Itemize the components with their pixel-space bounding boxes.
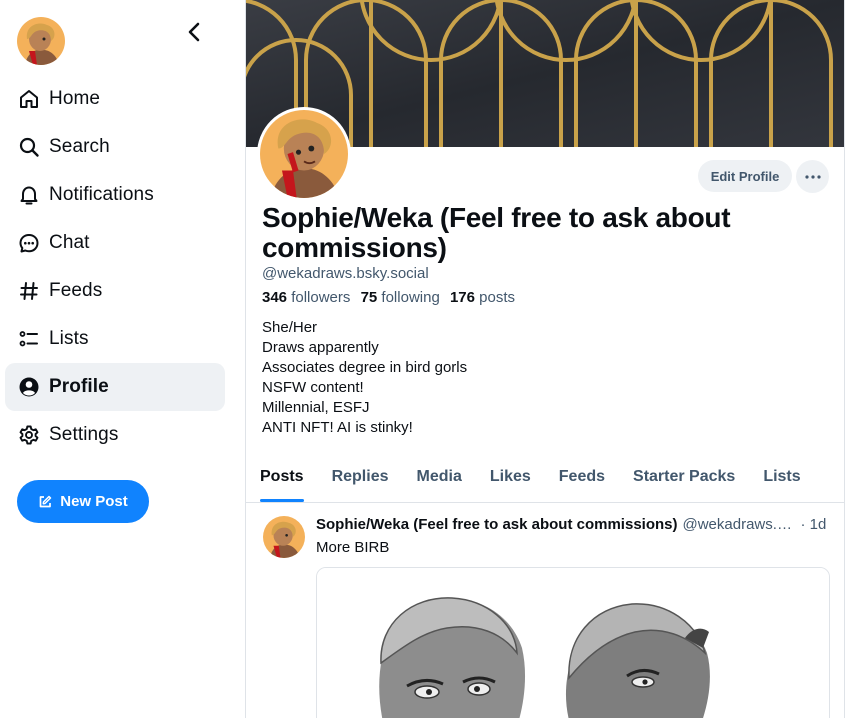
- post-timestamp[interactable]: · 1d: [801, 516, 827, 533]
- nav-label: Settings: [49, 424, 119, 445]
- nav-item-notifications[interactable]: Notifications: [5, 171, 225, 219]
- tab-lists[interactable]: Lists: [763, 458, 800, 502]
- nav-label: Feeds: [49, 280, 103, 301]
- nav-label: Search: [49, 136, 110, 157]
- nav-label: Notifications: [49, 184, 154, 205]
- nav-label: Chat: [49, 232, 90, 253]
- profile-main: Edit Profile Sophie/Weka (Feel free to a…: [245, 0, 845, 718]
- nav-item-profile[interactable]: Profile: [5, 363, 225, 411]
- nav-item-lists[interactable]: Lists: [5, 315, 225, 363]
- main-nav: Home Search Notifications Chat Feeds Lis…: [5, 75, 225, 459]
- gear-icon: [18, 424, 40, 446]
- posts-label: posts: [479, 289, 516, 306]
- search-icon: [18, 136, 40, 158]
- tab-likes[interactable]: Likes: [490, 458, 531, 502]
- post-author-avatar[interactable]: [263, 516, 305, 558]
- profile-bio: She/Her Draws apparently Associates degr…: [262, 318, 467, 438]
- bio-line: Draws apparently: [262, 339, 379, 356]
- post-image[interactable]: [316, 567, 830, 718]
- ellipsis-icon: [804, 174, 821, 179]
- collapse-sidebar-button[interactable]: [180, 18, 208, 46]
- hash-icon: [18, 280, 40, 302]
- posts-count: 176: [449, 289, 475, 306]
- following-label: following: [381, 289, 440, 306]
- tab-starter-packs[interactable]: Starter Packs: [633, 458, 735, 502]
- nav-item-chat[interactable]: Chat: [5, 219, 225, 267]
- user-avatar[interactable]: [17, 17, 65, 65]
- nav-item-settings[interactable]: Settings: [5, 411, 225, 459]
- home-icon: [18, 88, 40, 110]
- nav-label: Profile: [49, 376, 109, 397]
- profile-avatar[interactable]: [257, 107, 351, 201]
- profile-handle: @wekadraws.bsky.social: [262, 265, 429, 282]
- profile-icon: [18, 376, 40, 398]
- nav-label: Home: [49, 88, 101, 109]
- following-count: 75: [360, 289, 378, 306]
- chat-icon: [18, 232, 40, 254]
- profile-stats: 346 followers 75 following 176 posts: [262, 289, 521, 306]
- left-sidebar: Home Search Notifications Chat Feeds Lis…: [0, 0, 245, 718]
- post-text: More BIRB: [316, 539, 390, 556]
- more-options-button[interactable]: [796, 160, 829, 193]
- post-author-name[interactable]: Sophie/Weka (Feel free to ask about comm…: [316, 516, 678, 533]
- bio-line: Associates degree in bird gorls: [262, 359, 468, 376]
- followers-label: followers: [291, 289, 351, 306]
- compose-icon: [39, 495, 52, 507]
- tab-feeds[interactable]: Feeds: [559, 458, 605, 502]
- tab-replies[interactable]: Replies: [332, 458, 389, 502]
- nav-item-home[interactable]: Home: [5, 75, 225, 123]
- followers-link[interactable]: 346 followers: [262, 289, 350, 306]
- bell-icon: [18, 184, 40, 206]
- edit-profile-button[interactable]: Edit Profile: [698, 160, 792, 192]
- nav-label: Lists: [49, 328, 89, 349]
- profile-tabs: Posts Replies Media Likes Feeds Starter …: [246, 458, 844, 503]
- new-post-button[interactable]: New Post: [17, 480, 149, 523]
- post-header: Sophie/Weka (Feel free to ask about comm…: [316, 516, 831, 533]
- tab-media[interactable]: Media: [417, 458, 462, 502]
- profile-display-name: Sophie/Weka (Feel free to ask about comm…: [262, 202, 731, 263]
- feed-post[interactable]: Sophie/Weka (Feel free to ask about comm…: [246, 503, 844, 718]
- tab-posts[interactable]: Posts: [260, 458, 304, 502]
- followers-count: 346: [262, 289, 288, 306]
- nav-item-search[interactable]: Search: [5, 123, 225, 171]
- bio-line: ANTI NFT! AI is stinky!: [262, 419, 413, 436]
- following-link[interactable]: 75 following: [361, 289, 440, 306]
- nav-item-feeds[interactable]: Feeds: [5, 267, 225, 315]
- post-author-handle[interactable]: @wekadraws.bsky.social: [683, 516, 795, 533]
- bio-line: NSFW content!: [262, 379, 364, 396]
- posts-stat: 176 posts: [450, 289, 515, 306]
- bio-line: She/Her: [262, 319, 318, 336]
- bio-line: Millennial, ESFJ: [262, 399, 370, 416]
- list-icon: [18, 328, 40, 350]
- new-post-label: New Post: [60, 493, 128, 510]
- chevron-left-icon: [188, 22, 200, 42]
